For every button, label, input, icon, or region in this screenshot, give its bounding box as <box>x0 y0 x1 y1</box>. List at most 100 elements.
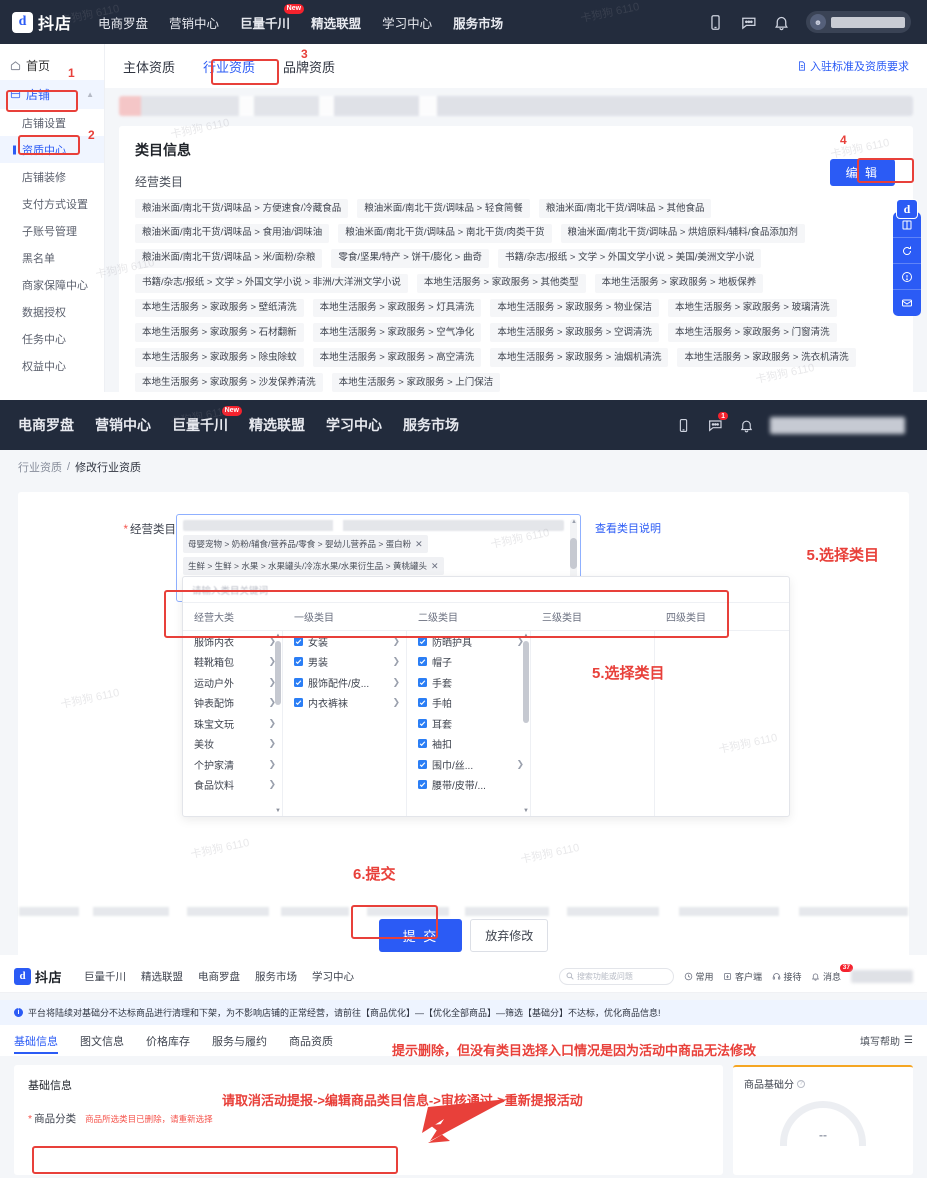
help-icon[interactable] <box>893 264 921 290</box>
tab-price-stock[interactable]: 价格库存 <box>146 1025 190 1056</box>
header-link-messages[interactable]: 消息 37 <box>811 963 853 983</box>
nav-item-qianchuan[interactable]: 巨量千川 <box>84 969 126 984</box>
nav-item-marketing[interactable]: 营销中心 <box>169 13 219 32</box>
help-icon[interactable]: ? <box>797 1079 805 1088</box>
scroll-down-icon[interactable]: ▼ <box>523 808 529 814</box>
bell-icon[interactable] <box>773 14 790 31</box>
sidebar-item-goods[interactable]: 商品 ▲ <box>0 385 104 392</box>
sidebar-item-shop-decoration[interactable]: 店铺装修 <box>0 163 104 190</box>
scroll-up-icon[interactable]: ▲ <box>523 633 529 639</box>
checkbox-checked[interactable] <box>294 698 303 708</box>
picker-option[interactable]: 手套 <box>407 672 530 693</box>
picker-option[interactable]: 帽子 <box>407 652 530 673</box>
edit-button[interactable]: 编 辑 <box>829 159 895 186</box>
mobile-icon[interactable] <box>676 418 691 433</box>
username-redacted-3[interactable] <box>851 969 913 983</box>
breadcrumb-parent[interactable]: 行业资质 <box>18 459 62 475</box>
picker-option[interactable]: 防晒护具 ❯ <box>407 631 530 652</box>
sidebar-item-data-authorization[interactable]: 数据授权 <box>0 298 104 325</box>
column-scrollbar[interactable]: ▲ ▼ <box>523 633 529 814</box>
entry-standard-link[interactable]: 入驻标准及资质要求 <box>797 58 909 74</box>
picker-option[interactable]: 鞋靴箱包 ❯ <box>183 652 282 673</box>
tab-product-qualification[interactable]: 商品资质 <box>289 1025 333 1056</box>
checkbox-checked[interactable] <box>418 759 427 769</box>
checkbox-checked[interactable] <box>418 780 427 790</box>
view-category-instructions-link[interactable]: 查看类目说明 <box>595 514 661 536</box>
refresh-icon[interactable] <box>893 238 921 264</box>
scrollbar-thumb[interactable] <box>275 641 281 705</box>
picker-option[interactable]: 珠宝文玩 ❯ <box>183 713 282 734</box>
nav-item-alliance[interactable]: 精选联盟 <box>249 415 305 435</box>
picker-option[interactable]: 服饰内衣 ❯ <box>183 631 282 652</box>
tab-service-commitment[interactable]: 服务与履约 <box>212 1025 267 1056</box>
tab-media-info[interactable]: 图文信息 <box>80 1025 124 1056</box>
close-icon[interactable]: ✕ <box>415 539 423 550</box>
submit-button[interactable]: 提 交 <box>378 919 463 952</box>
nav-item-marketing[interactable]: 营销中心 <box>95 415 151 435</box>
checkbox-checked[interactable] <box>418 698 427 708</box>
nav-item-alliance[interactable]: 精选联盟 <box>311 13 361 32</box>
category-search-input[interactable]: 请输入类目关键词 <box>183 577 789 603</box>
tab-basic-info[interactable]: 基础信息 <box>14 1025 58 1056</box>
nav-item-service-market[interactable]: 服务市场 <box>255 969 297 984</box>
picker-option[interactable]: 内衣裤袜 ❯ <box>283 693 406 714</box>
nav-item-compass[interactable]: 电商罗盘 <box>98 13 148 32</box>
checkbox-checked[interactable] <box>418 636 427 646</box>
doudian-logo[interactable]: d 抖店 <box>12 10 72 34</box>
sidebar-item-subaccount[interactable]: 子账号管理 <box>0 217 104 244</box>
picker-option[interactable]: 食品饮料 ❯ <box>183 775 282 796</box>
tab-brand-qualification[interactable]: 品牌资质 <box>269 57 349 76</box>
checkbox-checked[interactable] <box>418 718 427 728</box>
picker-option[interactable]: 运动户外 ❯ <box>183 672 282 693</box>
sidebar-item-shop[interactable]: 店铺 ▲ <box>0 80 104 109</box>
nav-item-learning[interactable]: 学习中心 <box>326 415 382 435</box>
nav-item-service-market[interactable]: 服务市场 <box>403 415 459 435</box>
chat-icon[interactable] <box>740 14 757 31</box>
checkbox-checked[interactable] <box>294 677 303 687</box>
picker-option[interactable]: 围巾/丝... ❯ <box>407 754 530 775</box>
close-icon[interactable]: ✕ <box>431 561 439 572</box>
checkbox-checked[interactable] <box>418 677 427 687</box>
scroll-up-icon[interactable]: ▲ <box>571 519 577 525</box>
checkbox-checked[interactable] <box>294 636 303 646</box>
mobile-icon[interactable] <box>707 14 724 31</box>
sidebar-item-task-center[interactable]: 任务中心 <box>0 325 104 352</box>
scroll-down-icon[interactable]: ▼ <box>275 808 281 814</box>
sidebar-item-benefits-center[interactable]: 权益中心 <box>0 352 104 379</box>
float-logo-icon[interactable]: d <box>896 199 918 219</box>
doudian-logo-3[interactable]: d 抖店 <box>14 967 62 986</box>
checkbox-checked[interactable] <box>418 739 427 749</box>
picker-option[interactable]: 女装 ❯ <box>283 631 406 652</box>
nav-item-learning[interactable]: 学习中心 <box>312 969 354 984</box>
picker-option[interactable]: 服饰配件/皮... ❯ <box>283 672 406 693</box>
picker-option[interactable]: 手帕 <box>407 693 530 714</box>
picker-option[interactable]: 腰带/皮带/... <box>407 775 530 796</box>
bell-icon[interactable] <box>739 418 754 433</box>
nav-item-compass[interactable]: 电商罗盘 <box>18 415 74 435</box>
column-scrollbar[interactable]: ▲ ▼ <box>275 633 281 814</box>
picker-option[interactable]: 耳套 <box>407 713 530 734</box>
nav-item-qianchuan[interactable]: 巨量千川 New <box>172 406 242 435</box>
sidebar-item-home[interactable]: 首页 <box>0 51 104 80</box>
picker-option[interactable]: 男装 ❯ <box>283 652 406 673</box>
user-avatar-menu[interactable]: ☻ <box>806 11 911 33</box>
sidebar-item-blacklist[interactable]: 黑名单 <box>0 244 104 271</box>
picker-option[interactable]: 钟表配饰 ❯ <box>183 693 282 714</box>
nav-item-compass[interactable]: 电商罗盘 <box>198 969 240 984</box>
picker-option[interactable]: 袖扣 <box>407 734 530 755</box>
nav-item-learning[interactable]: 学习中心 <box>382 13 432 32</box>
nav-item-qianchuan[interactable]: 巨量千川 New <box>240 3 305 32</box>
nav-item-service-market[interactable]: 服务市场 <box>453 13 503 32</box>
mail-icon[interactable] <box>893 290 921 316</box>
tab-industry-qualification[interactable]: 行业资质 <box>189 57 269 76</box>
nav-item-alliance[interactable]: 精选联盟 <box>141 969 183 984</box>
checkbox-checked[interactable] <box>294 657 303 667</box>
discard-changes-button[interactable]: 放弃修改 <box>470 919 549 952</box>
tab-entity-qualification[interactable]: 主体资质 <box>123 57 189 76</box>
picker-option[interactable]: 美妆 ❯ <box>183 734 282 755</box>
scroll-up-icon[interactable]: ▲ <box>275 633 281 639</box>
header-link-client[interactable]: 客户端 <box>723 970 762 983</box>
scrollbar-thumb[interactable] <box>570 537 577 569</box>
checkbox-checked[interactable] <box>418 657 427 667</box>
header-link-reception[interactable]: 接待 <box>772 970 801 983</box>
